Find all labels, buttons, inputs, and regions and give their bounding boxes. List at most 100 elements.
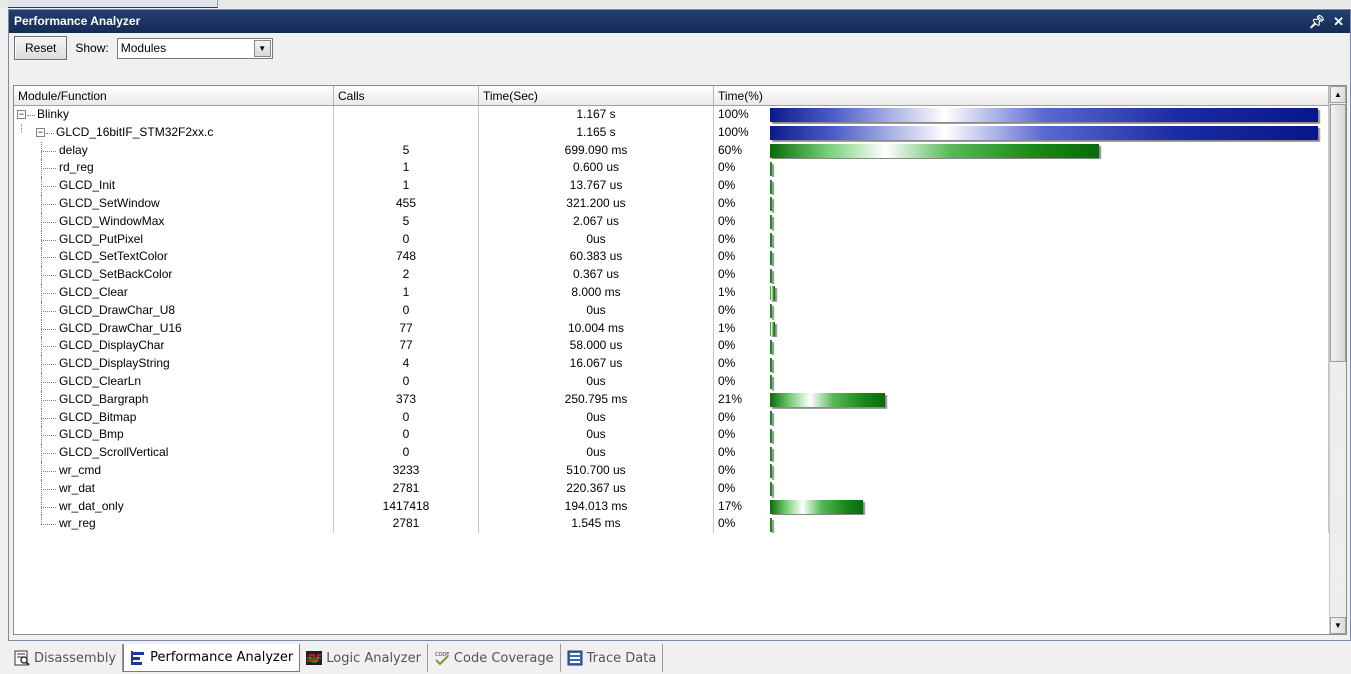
cell-calls [334, 106, 479, 124]
scroll-up-icon[interactable]: ▲ [1330, 86, 1346, 103]
cell-time-sec: 250.795 ms [479, 390, 714, 409]
cell-time-sec: 2.067 us [479, 212, 714, 231]
table-row[interactable]: GLCD_Bargraph 373 250.795 ms 21% [14, 390, 1346, 409]
collapse-icon[interactable]: − [36, 127, 45, 137]
cell-module-function: GLCD_SetBackColor [14, 266, 334, 284]
time-bar [770, 375, 772, 390]
function-name: GLCD_Clear [59, 284, 128, 299]
table-row[interactable]: GLCD_DrawChar_U8 0 0us 0% [14, 301, 1346, 320]
tree-connector [41, 346, 56, 348]
tab-label: Code Coverage [453, 650, 554, 666]
cell-time-sec: 10.004 ms [479, 319, 714, 338]
tree-connector [41, 364, 56, 366]
cell-time-pct: 0% [714, 230, 1329, 249]
bar-track [766, 516, 1328, 533]
column-header-module[interactable]: Module/Function [14, 86, 334, 105]
tab-code-coverage[interactable]: CODE Code Coverage [428, 644, 561, 672]
cell-module-function: delay [14, 141, 334, 160]
show-label: Show: [75, 41, 109, 55]
tree-connector [41, 488, 56, 490]
tab-label: Performance Analyzer [150, 650, 294, 665]
tree-node: − Blinky [14, 106, 332, 124]
time-percent: 0% [718, 516, 736, 531]
tab-trace-data[interactable]: Trace Data [561, 644, 664, 672]
time-bar [770, 428, 772, 443]
pin-icon[interactable]: 📌︎ [1309, 10, 1326, 33]
show-select-value: Modules [120, 41, 167, 55]
table-row[interactable]: wr_dat_only 1417418 194.013 ms 17% [14, 497, 1346, 516]
table-row[interactable]: GLCD_Init 1 13.767 us 0% [14, 177, 1346, 195]
scroll-down-icon[interactable]: ▼ [1330, 617, 1346, 634]
column-header-time-pct[interactable]: Time(%) [714, 86, 1329, 105]
table-row[interactable]: GLCD_PutPixel 0 0us 0% [14, 230, 1346, 249]
table-row[interactable]: − Blinky 1.167 s 100% [14, 106, 1346, 124]
window-title: Performance Analyzer [14, 14, 141, 28]
tab-label: Logic Analyzer [326, 650, 421, 666]
table-row[interactable]: GLCD_DisplayString 4 16.067 us 0% [14, 355, 1346, 373]
reset-button[interactable]: Reset [14, 36, 68, 60]
close-icon[interactable]: ✕ [1333, 10, 1344, 33]
collapse-icon[interactable]: − [17, 110, 26, 119]
cell-calls: 373 [334, 390, 479, 409]
tree-node: GLCD_Clear [14, 283, 332, 302]
cell-calls: 0 [334, 372, 479, 391]
cell-module-function: GLCD_DrawChar_U16 [14, 319, 334, 338]
time-bar [770, 197, 772, 212]
table-row[interactable]: GLCD_Clear 1 8.000 ms 1% [14, 283, 1346, 302]
scroll-thumb[interactable] [1330, 104, 1346, 362]
chevron-down-icon[interactable]: ▼ [253, 39, 271, 57]
table-row[interactable]: GLCD_WindowMax 5 2.067 us 0% [14, 212, 1346, 231]
vertical-scrollbar[interactable]: ▲ ▼ [1329, 86, 1346, 634]
bar-track [766, 106, 1328, 123]
tree-connector [41, 417, 56, 419]
function-name: GLCD_Bitmap [59, 409, 137, 424]
cell-time-sec: 0us [479, 301, 714, 320]
function-name: wr_dat_only [59, 498, 124, 513]
cell-time-pct: 0% [714, 337, 1329, 356]
table-row[interactable]: wr_cmd 3233 510.700 us 0% [14, 461, 1346, 480]
table-row[interactable]: GLCD_ClearLn 0 0us 0% [14, 372, 1346, 391]
cell-time-sec: 1.167 s [479, 106, 714, 124]
tree-connector [41, 381, 56, 383]
tab-performance-analyzer[interactable]: Performance Analyzer [123, 644, 301, 672]
cell-calls: 1 [334, 177, 479, 195]
trace-data-icon [567, 650, 583, 666]
tab-logic-analyzer[interactable]: Logic Analyzer [300, 644, 428, 672]
table-row[interactable]: delay 5 699.090 ms 60% [14, 141, 1346, 160]
tab-label: Trace Data [586, 650, 657, 666]
table-row[interactable]: GLCD_SetWindow 455 321.200 us 0% [14, 194, 1346, 213]
table-row[interactable]: GLCD_Bmp 0 0us 0% [14, 426, 1346, 445]
show-select[interactable]: Modules ▼ [116, 37, 273, 59]
table-row[interactable]: GLCD_DisplayChar 77 58.000 us 0% [14, 337, 1346, 356]
table-row[interactable]: rd_reg 1 0.600 us 0% [14, 159, 1346, 178]
cell-time-sec: 0us [479, 408, 714, 427]
table-row[interactable]: − GLCD_16bitIF_STM32F2xx.c 1.165 s 100% [14, 123, 1346, 142]
column-header-calls[interactable]: Calls [334, 86, 479, 105]
table-row[interactable]: GLCD_ScrollVertical 0 0us 0% [14, 444, 1346, 462]
bar-track [766, 302, 1328, 319]
column-header-time-sec[interactable]: Time(Sec) [479, 86, 714, 105]
tree-node: wr_cmd [14, 461, 332, 480]
tree-connector [41, 470, 56, 472]
function-name: GLCD_Bmp [59, 427, 124, 442]
function-name: GLCD_DrawChar_U16 [59, 320, 182, 335]
time-percent: 0% [718, 445, 736, 460]
table-row[interactable]: GLCD_Bitmap 0 0us 0% [14, 408, 1346, 427]
time-bar [770, 286, 775, 301]
tab-disassembly[interactable]: Disassembly [8, 644, 124, 672]
cell-calls: 4 [334, 355, 479, 373]
table-header: Module/Function Calls Time(Sec) Time(%) [14, 86, 1346, 106]
cell-module-function: GLCD_DrawChar_U8 [14, 301, 334, 320]
cell-time-sec: 1.545 ms [479, 515, 714, 534]
table-row[interactable]: GLCD_SetBackColor 2 0.367 us 0% [14, 266, 1346, 284]
table-row[interactable]: wr_reg 2781 1.545 ms 0% [14, 515, 1346, 534]
function-name: GLCD_16bitIF_STM32F2xx.c [56, 124, 214, 139]
upper-tab-stub[interactable] [8, 0, 218, 8]
time-percent: 0% [718, 195, 736, 210]
cell-calls: 2781 [334, 515, 479, 534]
function-name: GLCD_WindowMax [59, 213, 165, 228]
bar-track [766, 178, 1328, 195]
table-row[interactable]: GLCD_SetTextColor 748 60.383 us 0% [14, 248, 1346, 267]
table-row[interactable]: wr_dat 2781 220.367 us 0% [14, 479, 1346, 498]
table-row[interactable]: GLCD_DrawChar_U16 77 10.004 ms 1% [14, 319, 1346, 338]
